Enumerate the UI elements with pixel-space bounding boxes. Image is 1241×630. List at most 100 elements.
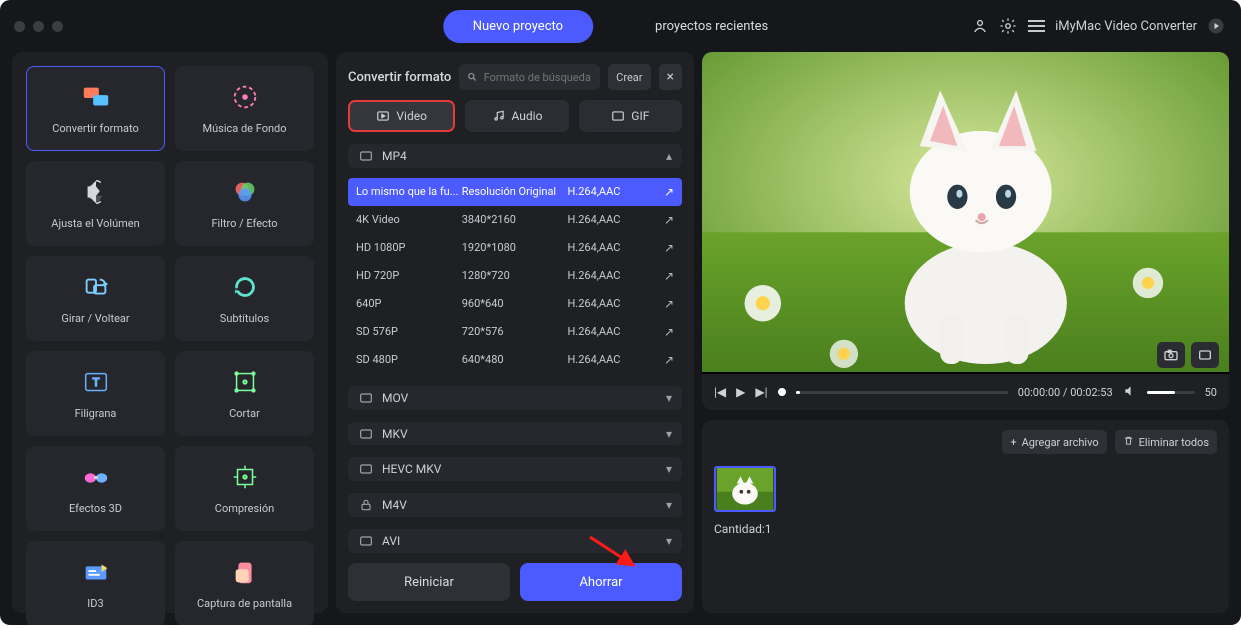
tool-compress[interactable]: Compresión [175, 446, 314, 531]
open-settings-icon[interactable]: ↗ [664, 213, 674, 227]
file-thumbnail[interactable] [714, 466, 776, 512]
tool-rotate[interactable]: Girar / Voltear [26, 256, 165, 341]
tool-convert[interactable]: Convertir formato [26, 66, 165, 151]
create-button[interactable]: Crear [608, 64, 650, 90]
next-frame-button[interactable]: ▶| [755, 385, 767, 399]
close-dot[interactable] [14, 21, 25, 32]
tool-label: Cortar [229, 407, 260, 420]
glasses-icon [81, 462, 111, 492]
reset-button[interactable]: Reiniciar [348, 563, 510, 601]
preset-name: SD 480P [356, 353, 462, 366]
container-icon [358, 390, 374, 406]
open-settings-icon[interactable]: ↗ [664, 325, 674, 339]
app-title: iMyMac Video Converter [1055, 19, 1197, 34]
chevron-down-icon: ▾ [666, 498, 672, 512]
prev-frame-button[interactable]: |◀ [714, 385, 726, 399]
fullscreen-button[interactable] [1191, 342, 1219, 368]
preset-row[interactable]: Lo mismo que la fu... Resolución Origina… [348, 178, 682, 206]
quantity-value: 1 [765, 522, 772, 536]
clear-all-button[interactable]: Eliminar todos [1115, 430, 1217, 454]
save-button[interactable]: Ahorrar [520, 563, 682, 601]
tool-volume[interactable]: Ajusta el Volúmen [26, 161, 165, 246]
section-mkv[interactable]: MKV ▾ [348, 422, 682, 446]
add-file-button[interactable]: +Agregar archivo [1002, 430, 1106, 454]
tool-3d[interactable]: Efectos 3D [26, 446, 165, 531]
subtitle-icon [230, 272, 260, 302]
time-total: 00:02:53 [1070, 386, 1112, 399]
chevron-down-icon: ▾ [666, 462, 672, 476]
format-search[interactable] [459, 64, 600, 90]
tool-subtitles[interactable]: Subtítulos [175, 256, 314, 341]
preset-row[interactable]: 640P 960*640 H.264,AAC ↗ [348, 290, 682, 318]
section-avi[interactable]: AVI ▾ [348, 529, 682, 553]
playhead-icon[interactable] [778, 388, 786, 396]
gear-icon[interactable] [999, 17, 1017, 35]
section-m4v[interactable]: M4V ▾ [348, 493, 682, 517]
right-pane: |◀ ▶ ▶| 00:00:00 / 00:02:53 50 +Agregar … [702, 52, 1229, 613]
tool-screenshot[interactable]: Captura de pantalla [175, 541, 314, 625]
tab-new-project[interactable]: Nuevo proyecto [443, 10, 593, 43]
close-button[interactable]: × [659, 64, 682, 90]
volume-icon[interactable] [1123, 384, 1137, 401]
preset-name: HD 720P [356, 269, 462, 282]
open-settings-icon[interactable]: ↗ [664, 241, 674, 255]
quantity-display: Cantidad:1 [714, 522, 1217, 536]
titlebar: Nuevo proyecto proyectos recientes iMyMa… [0, 0, 1241, 52]
type-tab-gif[interactable]: GIF [579, 100, 682, 132]
tool-filter[interactable]: Filtro / Efecto [175, 161, 314, 246]
tool-bg-music[interactable]: Música de Fondo [175, 66, 314, 151]
progress-bar[interactable] [796, 391, 1008, 394]
filter-icon [230, 177, 260, 207]
tool-label: Compresión [215, 502, 274, 515]
tab-recent-projects[interactable]: proyectos recientes [625, 10, 798, 43]
open-settings-icon[interactable]: ↗ [664, 185, 674, 199]
section-label: HEVC MKV [382, 462, 658, 476]
open-settings-icon[interactable]: ↗ [664, 269, 674, 283]
play-button[interactable]: ▶ [736, 385, 745, 399]
rotate-icon [81, 272, 111, 302]
section-hevc-mkv[interactable]: HEVC MKV ▾ [348, 457, 682, 481]
trash-icon [1123, 435, 1134, 449]
preview-image [702, 52, 1229, 372]
section-label: MKV [382, 427, 658, 441]
section-mov[interactable]: MOV ▾ [348, 386, 682, 410]
preset-name: 4K Video [356, 213, 462, 226]
preset-row[interactable]: SD 480P 640*480 H.264,AAC ↗ [348, 346, 682, 374]
type-tab-video[interactable]: Video [348, 100, 455, 132]
format-panel: Convertir formato Crear × Video Audio [336, 52, 694, 613]
preset-res: 1920*1080 [462, 241, 568, 254]
preset-row[interactable]: 4K Video 3840*2160 H.264,AAC ↗ [348, 206, 682, 234]
preset-row[interactable]: SD 576P 720*576 H.264,AAC ↗ [348, 318, 682, 346]
search-input[interactable] [484, 71, 592, 84]
section-label: MP4 [382, 149, 658, 163]
file-list-panel: +Agregar archivo Eliminar todos Cantidad… [702, 420, 1229, 613]
open-settings-icon[interactable]: ↗ [664, 297, 674, 311]
preset-row[interactable]: HD 720P 1280*720 H.264,AAC ↗ [348, 262, 682, 290]
open-settings-icon[interactable]: ↗ [664, 353, 674, 367]
compress-icon [230, 462, 260, 492]
maximize-dot[interactable] [52, 21, 63, 32]
preset-codec: H.264,AAC [567, 297, 654, 310]
menu-icon[interactable] [1027, 17, 1045, 35]
tool-id3[interactable]: ID3 [26, 541, 165, 625]
section-mp4[interactable]: MP4 ▴ [348, 144, 682, 168]
window-traffic-lights [0, 21, 63, 32]
panel-title: Convertir formato [348, 70, 451, 85]
tool-label: Convertir formato [52, 122, 139, 135]
tool-crop[interactable]: Cortar [175, 351, 314, 436]
snapshot-button[interactable] [1157, 342, 1185, 368]
tool-label: Filtro / Efecto [211, 217, 277, 230]
crop-icon [230, 367, 260, 397]
minimize-dot[interactable] [33, 21, 44, 32]
id3-icon [81, 557, 111, 587]
save-label: Ahorrar [579, 575, 622, 590]
app-window: Nuevo proyecto proyectos recientes iMyMa… [0, 0, 1241, 625]
preset-row[interactable]: HD 1080P 1920*1080 H.264,AAC ↗ [348, 234, 682, 262]
type-tab-audio[interactable]: Audio [465, 100, 568, 132]
tool-watermark[interactable]: T Filigrana [26, 351, 165, 436]
transport-bar: |◀ ▶ ▶| 00:00:00 / 00:02:53 50 [702, 374, 1229, 410]
section-label: AVI [382, 534, 658, 548]
user-icon[interactable] [971, 17, 989, 35]
tool-label: Captura de pantalla [197, 597, 292, 610]
volume-slider[interactable] [1147, 391, 1195, 394]
